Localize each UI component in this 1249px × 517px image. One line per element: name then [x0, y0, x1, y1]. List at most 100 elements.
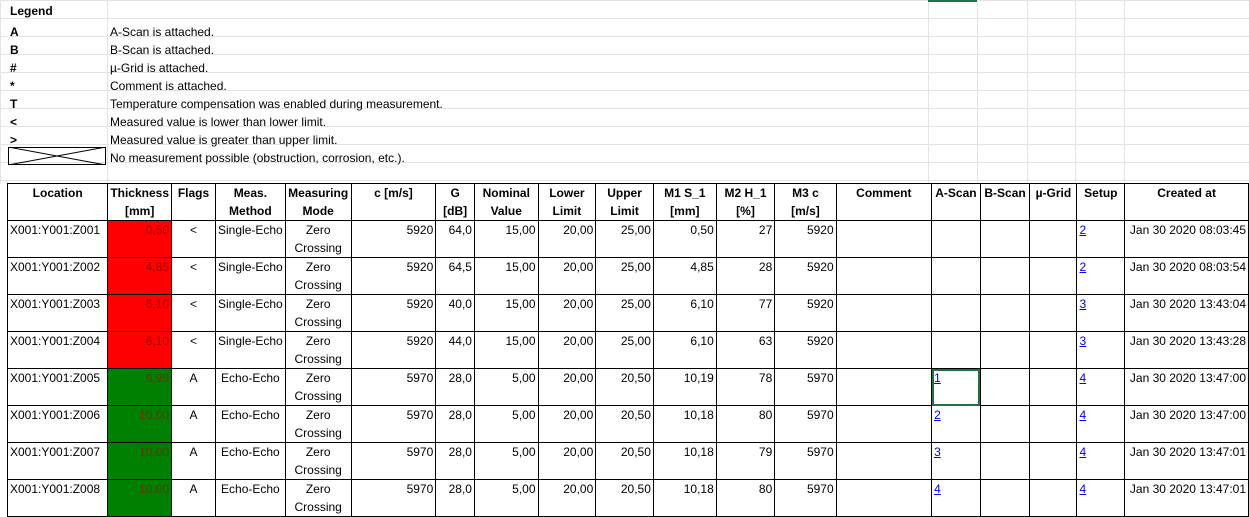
bscan-cell[interactable] [979, 331, 1031, 369]
mugrid-cell[interactable] [1029, 368, 1078, 406]
upper-limit-cell[interactable]: 25,00 [595, 257, 654, 295]
nominal-cell[interactable]: 15,00 [473, 257, 539, 295]
legend-symbol[interactable]: B [10, 43, 19, 57]
created-at-cell[interactable]: Jan 30 2020 13:47:01 [1124, 479, 1249, 517]
column-header[interactable]: Setup [1076, 183, 1126, 221]
m2-cell[interactable]: 80 [715, 405, 776, 443]
upper-limit-cell[interactable]: 25,00 [595, 220, 654, 258]
created-at-cell[interactable]: Jan 30 2020 13:47:00 [1124, 368, 1249, 406]
m2-cell[interactable]: 28 [715, 257, 776, 295]
column-header[interactable]: Upper Limit [595, 183, 654, 221]
upper-limit-cell[interactable]: 20,50 [595, 405, 654, 443]
m1-cell[interactable]: 10,18 [652, 405, 717, 443]
m2-cell[interactable]: 63 [715, 331, 776, 369]
legend-text[interactable]: Comment is attached. [110, 79, 227, 93]
lower-limit-cell[interactable]: 20,00 [537, 220, 597, 258]
upper-limit-cell[interactable]: 25,00 [595, 294, 654, 332]
legend-symbol[interactable]: > [10, 133, 17, 147]
ascan-cell[interactable] [931, 294, 981, 332]
ascan-link[interactable]: 1 [934, 371, 941, 385]
ascan-cell[interactable]: 3 [931, 442, 981, 480]
location-cell[interactable]: X001:Y001:Z005 [6, 368, 109, 406]
mode-cell[interactable]: Zero Crossing [284, 442, 352, 480]
m1-cell[interactable]: 0,50 [652, 220, 717, 258]
method-cell[interactable]: Single-Echo [215, 331, 286, 369]
thickness-cell[interactable]: 10,00 [107, 405, 173, 443]
m1-cell[interactable]: 10,19 [652, 368, 717, 406]
column-header[interactable]: M1 S_1 [mm] [652, 183, 717, 221]
column-header[interactable]: µ-Grid [1029, 183, 1078, 221]
setup-cell[interactable]: 4 [1076, 479, 1126, 517]
flags-cell[interactable]: < [171, 294, 217, 332]
setup-cell[interactable]: 4 [1076, 368, 1126, 406]
setup-link[interactable]: 4 [1079, 445, 1086, 459]
lower-limit-cell[interactable]: 20,00 [537, 331, 597, 369]
ascan-cell[interactable] [931, 331, 981, 369]
legend-text[interactable]: No measurement possible (obstruction, co… [110, 151, 405, 165]
flags-cell[interactable]: A [171, 368, 217, 406]
setup-link[interactable]: 4 [1079, 371, 1086, 385]
mode-cell[interactable]: Zero Crossing [284, 331, 352, 369]
velocity-cell[interactable]: 5970 [350, 405, 437, 443]
legend-text[interactable]: Measured value is lower than lower limit… [110, 115, 326, 129]
flags-cell[interactable]: < [171, 220, 217, 258]
mode-cell[interactable]: Zero Crossing [284, 479, 352, 517]
m3-cell[interactable]: 5970 [774, 405, 837, 443]
lower-limit-cell[interactable]: 20,00 [537, 368, 597, 406]
method-cell[interactable]: Echo-Echo [215, 442, 286, 480]
m1-cell[interactable]: 10,18 [652, 442, 717, 480]
comment-cell[interactable] [835, 442, 933, 480]
m3-cell[interactable]: 5920 [774, 220, 837, 258]
location-cell[interactable]: X001:Y001:Z003 [6, 294, 109, 332]
setup-cell[interactable]: 4 [1076, 405, 1126, 443]
mode-cell[interactable]: Zero Crossing [284, 368, 352, 406]
m2-cell[interactable]: 79 [715, 442, 776, 480]
gain-cell[interactable]: 28,0 [435, 405, 475, 443]
thickness-cell[interactable]: 9,99 [107, 368, 173, 406]
bscan-cell[interactable] [979, 257, 1031, 295]
column-header[interactable]: M3 c [m/s] [774, 183, 837, 221]
created-at-cell[interactable]: Jan 30 2020 13:43:28 [1124, 331, 1249, 369]
column-header[interactable]: Nominal Value [473, 183, 539, 221]
ascan-link[interactable]: 4 [934, 482, 941, 496]
ascan-cell[interactable]: 2 [931, 405, 981, 443]
ascan-cell[interactable] [931, 257, 981, 295]
gain-cell[interactable]: 40,0 [435, 294, 475, 332]
m3-cell[interactable]: 5970 [774, 442, 837, 480]
nominal-cell[interactable]: 5,00 [473, 368, 539, 406]
upper-limit-cell[interactable]: 20,50 [595, 479, 654, 517]
created-at-cell[interactable]: Jan 30 2020 13:47:00 [1124, 405, 1249, 443]
legend-symbol[interactable]: * [10, 79, 15, 93]
bscan-cell[interactable] [979, 294, 1031, 332]
legend-text[interactable]: A-Scan is attached. [110, 25, 214, 39]
mugrid-cell[interactable] [1029, 331, 1078, 369]
bscan-cell[interactable] [979, 220, 1031, 258]
nominal-cell[interactable]: 15,00 [473, 294, 539, 332]
nominal-cell[interactable]: 5,00 [473, 442, 539, 480]
nominal-cell[interactable]: 15,00 [473, 220, 539, 258]
thickness-cell[interactable]: 0,50 [107, 220, 173, 258]
flags-cell[interactable]: < [171, 331, 217, 369]
bscan-cell[interactable] [979, 479, 1031, 517]
thickness-cell[interactable]: 6,10 [107, 294, 173, 332]
thickness-cell[interactable]: 10,00 [107, 479, 173, 517]
nominal-cell[interactable]: 15,00 [473, 331, 539, 369]
column-header[interactable]: Lower Limit [537, 183, 597, 221]
setup-cell[interactable]: 3 [1076, 294, 1126, 332]
velocity-cell[interactable]: 5920 [350, 294, 437, 332]
legend-symbol[interactable]: T [10, 97, 17, 111]
flags-cell[interactable]: A [171, 405, 217, 443]
column-header[interactable]: B-Scan [979, 183, 1031, 221]
flags-cell[interactable]: A [171, 479, 217, 517]
column-header[interactable]: c [m/s] [350, 183, 437, 221]
location-cell[interactable]: X001:Y001:Z002 [6, 257, 109, 295]
upper-limit-cell[interactable]: 20,50 [595, 368, 654, 406]
velocity-cell[interactable]: 5920 [350, 220, 437, 258]
m2-cell[interactable]: 80 [715, 479, 776, 517]
mode-cell[interactable]: Zero Crossing [284, 405, 352, 443]
setup-link[interactable]: 4 [1079, 482, 1086, 496]
ascan-link[interactable]: 3 [934, 445, 941, 459]
legend-symbol[interactable]: < [10, 115, 17, 129]
mode-cell[interactable]: Zero Crossing [284, 220, 352, 258]
method-cell[interactable]: Single-Echo [215, 294, 286, 332]
